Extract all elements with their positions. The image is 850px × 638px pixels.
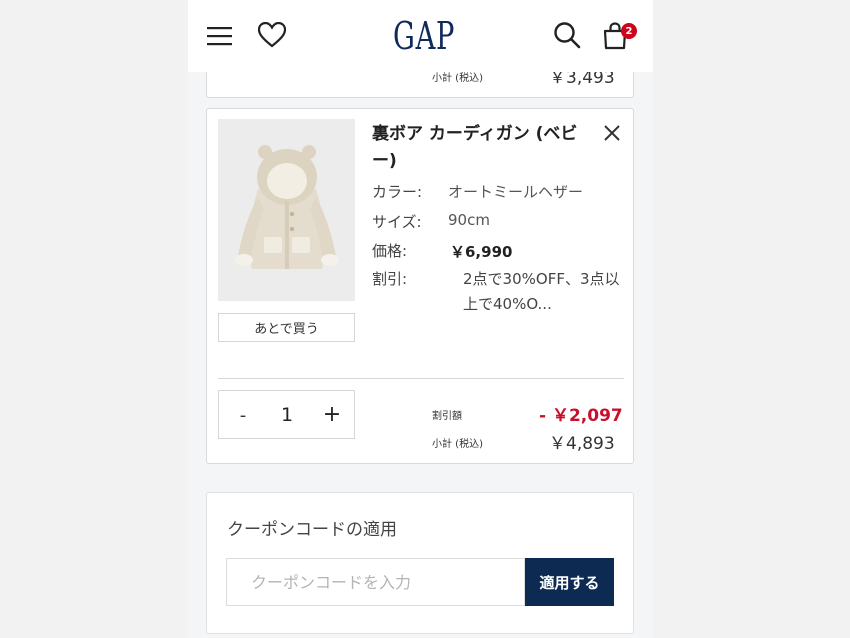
site-header: GAP 2 (188, 0, 653, 72)
apply-coupon-button[interactable]: 適用する (525, 558, 614, 606)
size-label: サイズ: (372, 213, 422, 231)
product-name[interactable]: 裏ボア カーディガン (ベビー) (372, 121, 594, 175)
size-value: 90cm (448, 211, 490, 229)
quantity-value: 1 (280, 404, 294, 426)
increase-quantity-button[interactable]: + (320, 399, 344, 429)
menu-icon[interactable] (206, 22, 234, 50)
cart-count-badge: 2 (621, 23, 637, 39)
heart-icon[interactable] (257, 20, 287, 50)
coupon-section: クーポンコードの適用 適用する (206, 492, 634, 634)
color-label: カラー: (372, 183, 423, 201)
cart-item-card: あとで買う 裏ボア カーディガン (ベビー) カラー: オートミールヘザー サイ… (206, 108, 634, 464)
discount-amount-label: 割引額 (432, 411, 462, 422)
search-icon[interactable] (552, 20, 582, 50)
coupon-title: クーポンコードの適用 (227, 520, 397, 540)
discount-description: 2点で30%OFF、3点以上で40%O... (463, 270, 620, 313)
gap-logo[interactable]: GAP (393, 14, 454, 58)
discount-label: 割引: (372, 270, 408, 288)
price-value: ￥6,990 (450, 243, 513, 261)
subtotal-value: ￥4,893 (549, 434, 615, 454)
product-image[interactable] (218, 119, 355, 301)
cart-page: 小計 (税込) ￥3,493 GAP 2 あとで買う 裏ボア カーディガン (ベ… (188, 0, 653, 638)
subtotal-label: 小計 (税込) (432, 439, 483, 450)
save-for-later-button[interactable]: あとで買う (218, 313, 355, 342)
close-icon[interactable] (602, 123, 622, 143)
divider (218, 378, 624, 379)
discount-amount: - ￥2,097 (539, 406, 623, 426)
color-value: オートミールヘザー (448, 183, 584, 201)
price-label: 価格: (372, 242, 408, 260)
decrease-quantity-button[interactable]: - (233, 401, 253, 429)
quantity-stepper: - 1 + (218, 390, 355, 439)
coupon-code-input[interactable] (226, 558, 525, 606)
